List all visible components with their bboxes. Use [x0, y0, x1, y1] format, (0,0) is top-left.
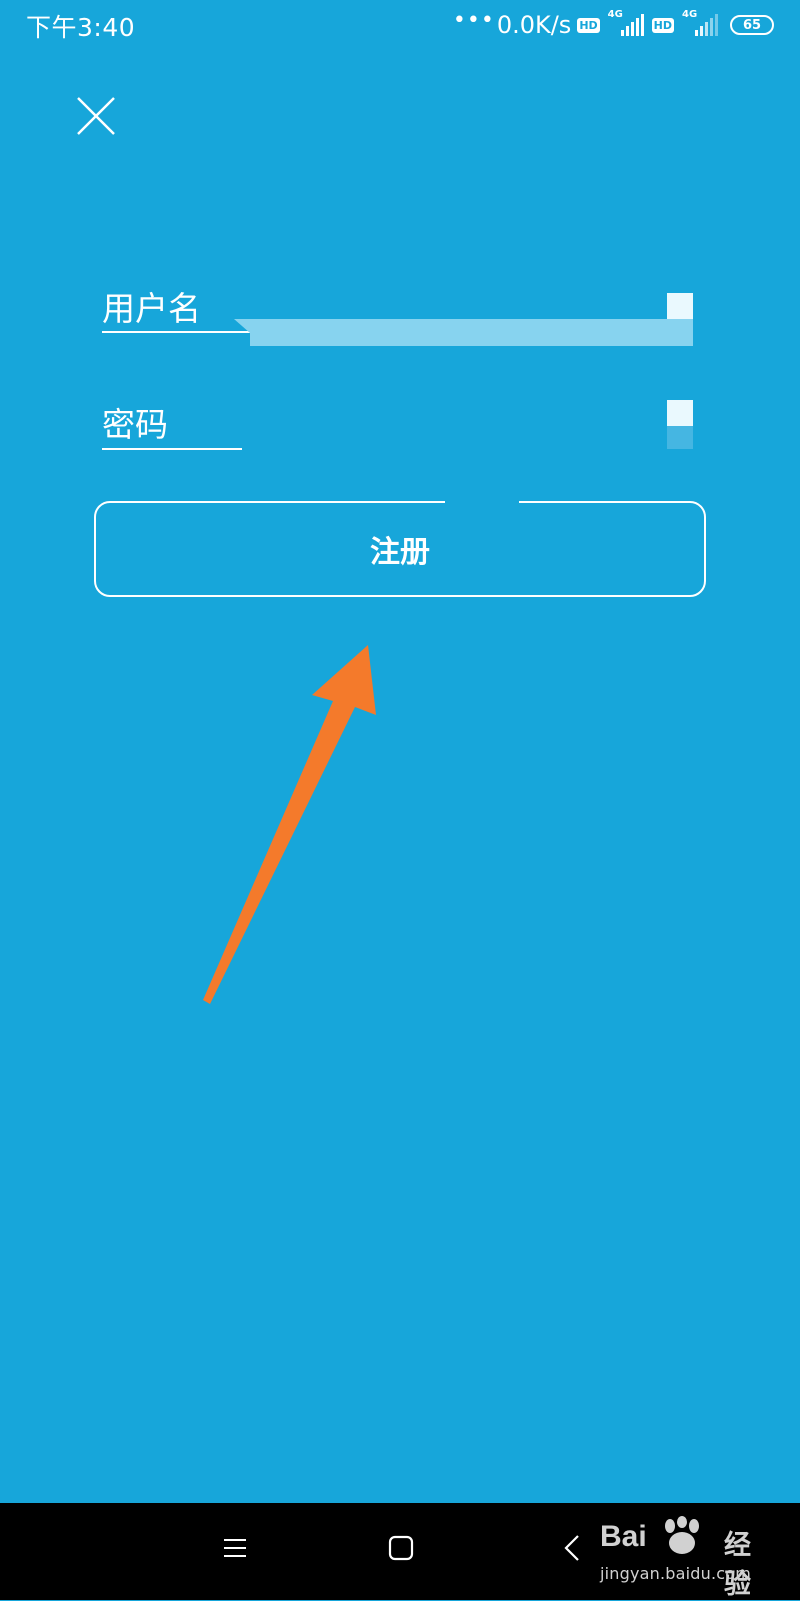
- back-icon[interactable]: [558, 1533, 588, 1563]
- baidu-jingyan-watermark: Bai 经验 jingyan.baidu.com: [600, 1516, 760, 1600]
- home-icon[interactable]: [386, 1533, 416, 1563]
- arrow-annotation-shape: [203, 645, 376, 1004]
- arrow-annotation: [203, 645, 376, 1004]
- watermark-url: jingyan.baidu.com: [600, 1564, 752, 1583]
- menu-icon[interactable]: [220, 1533, 250, 1563]
- paw-logo-icon: [665, 1516, 699, 1554]
- watermark-brand-right: 经验: [724, 1530, 751, 1600]
- watermark-brand-left: Bai: [600, 1520, 647, 1553]
